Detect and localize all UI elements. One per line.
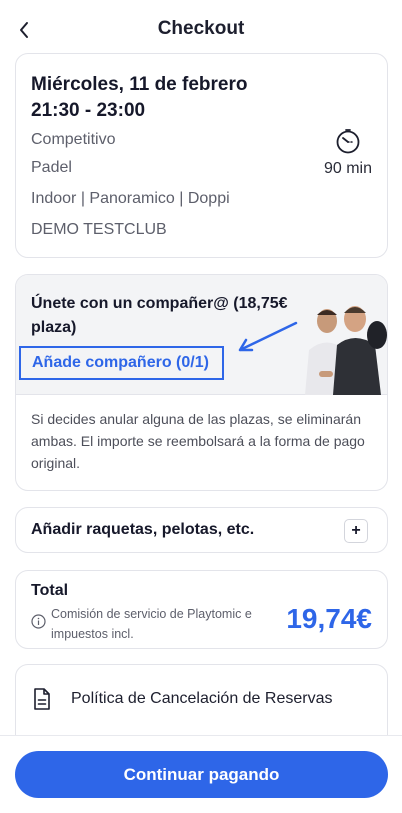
document-icon [34,688,50,710]
extras-label: Añadir raquetas, pelotas, etc. [31,521,255,538]
add-partner-button[interactable]: Añade compañero (0/1) [19,346,224,380]
booking-level: Competitivo [31,131,116,148]
add-extras-button[interactable]: + [344,519,368,543]
total-amount: 19,74€ [286,603,372,634]
total-label: Total [31,582,69,599]
partner-card: Únete con un compañer@ (18,75€ plaza) Añ… [15,274,388,491]
booking-club: DEMO TESTCLUB [31,221,167,238]
booking-date: Miércoles, 11 de febrero [31,74,248,95]
policy-label: Política de Cancelación de Reservas [71,690,333,707]
top-bar: Checkout [0,0,402,58]
extras-row[interactable]: Añadir raquetas, pelotas, etc. + [15,507,388,553]
bottom-bar: Continuar pagando [0,735,402,813]
partner-note: Si decides anular alguna de las plazas, … [31,411,365,471]
players-image [305,306,387,395]
info-icon[interactable] [31,614,46,629]
booking-time: 21:30 - 23:00 [31,100,146,121]
arrow-icon [238,321,298,352]
stopwatch-icon [336,129,360,154]
booking-duration: 90 min [323,160,372,177]
fee-note: Comisión de servicio de Playtomic e impu… [51,607,252,641]
booking-summary-card: Miércoles, 11 de febrero 21:30 - 23:00 C… [15,53,388,258]
booking-court-features: Indoor | Panoramico | Doppi [31,190,230,207]
booking-sport: Padel [31,159,72,176]
total-card: Total Comisión de servicio de Playtomic … [15,570,388,649]
partner-header: Únete con un compañer@ (18,75€ plaza) Añ… [16,275,387,395]
page-title: Checkout [157,18,245,39]
continue-payment-button[interactable]: Continuar pagando [15,751,388,798]
